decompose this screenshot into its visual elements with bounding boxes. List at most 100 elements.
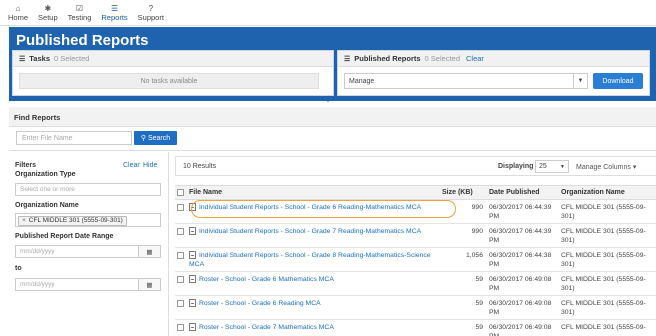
nav-home[interactable]: ⌂ Home xyxy=(8,0,28,26)
row-checkbox[interactable] xyxy=(177,227,184,235)
file-link[interactable]: Individual Student Reports - School - Gr… xyxy=(187,247,440,272)
results-count: 10 Results xyxy=(183,163,217,170)
org-type-label: Organization Type xyxy=(15,171,76,178)
search-button-label: Search xyxy=(147,134,171,142)
panel-pointer xyxy=(322,96,334,102)
table-row: Individual Student Reports - School - Gr… xyxy=(175,199,656,224)
published-title: Published Reports xyxy=(354,54,421,63)
file-size: 1,056 xyxy=(440,247,487,272)
col-date-published[interactable]: Date Published xyxy=(487,185,559,200)
organization-name: CFL MIDDLE 301 (5555-09-301) xyxy=(559,223,656,248)
published-panel: ☰ Published Reports 0 Selected Clear Man… xyxy=(337,50,650,96)
nav-setup-label: Setup xyxy=(38,13,58,22)
date-from-input[interactable]: mm/dd/yyyy ▦ xyxy=(15,245,161,258)
calendar-icon[interactable]: ▦ xyxy=(138,246,160,257)
col-size[interactable]: Size (KB) xyxy=(440,185,487,200)
org-name-chip[interactable]: × CFL MIDDLE 301 (5555-09-301) xyxy=(18,215,127,226)
chevron-down-icon: ▼ xyxy=(560,163,565,170)
reports-icon: ☰ xyxy=(110,4,119,13)
date-range-label: Published Report Date Range xyxy=(15,233,114,240)
tasks-title: Tasks xyxy=(29,54,50,63)
file-name-input[interactable]: Enter File Name xyxy=(16,131,132,145)
filters-title: Filters xyxy=(15,162,37,169)
organization-name: CFL MIDDLE 301 (5555-09-301) xyxy=(559,271,656,296)
file-link[interactable]: Roster - School - Grade 6 Reading MCA xyxy=(187,295,440,320)
date-to-input[interactable]: mm/dd/yyyy ▦ xyxy=(15,278,161,291)
manage-columns-button[interactable]: Manage Columns ▾ xyxy=(576,163,636,171)
file-icon xyxy=(189,299,196,307)
manage-select-value: Manage xyxy=(349,77,375,85)
find-reports-title: Find Reports xyxy=(14,113,61,122)
nav-testing-label: Testing xyxy=(67,13,92,22)
file-link[interactable]: Roster - School - Grade 7 Mathematics MC… xyxy=(187,319,440,336)
file-name[interactable]: Individual Student Reports - School - Gr… xyxy=(189,252,431,268)
list-icon: ☰ xyxy=(344,55,351,63)
file-icon xyxy=(189,251,196,259)
table-row: Individual Student Reports - School - Gr… xyxy=(175,223,656,248)
row-checkbox[interactable] xyxy=(177,275,184,283)
col-file-name[interactable]: File Name xyxy=(187,185,440,200)
org-name-chip-label: CFL MIDDLE 301 (5555-09-301) xyxy=(28,217,123,224)
published-clear-link[interactable]: Clear xyxy=(466,54,484,63)
no-tasks-message: No tasks available xyxy=(19,73,319,89)
table-row: Individual Student Reports - School - Gr… xyxy=(175,247,656,272)
download-button[interactable]: Download xyxy=(593,73,643,89)
col-organization-name[interactable]: Organization Name xyxy=(559,185,656,200)
file-name[interactable]: Individual Student Reports - School - Gr… xyxy=(199,228,421,235)
date-published: 06/30/2017 06:49:08 PM xyxy=(487,319,559,336)
table-row: Roster - School - Grade 7 Mathematics MC… xyxy=(175,319,656,336)
select-all-cell[interactable] xyxy=(175,185,187,200)
date-from-placeholder: mm/dd/yyyy xyxy=(20,248,55,255)
find-reports-header xyxy=(9,107,656,127)
file-link[interactable]: Individual Student Reports - School - Gr… xyxy=(187,223,440,248)
manage-columns-label: Manage Columns xyxy=(576,164,631,171)
page-size-select[interactable]: 25 ▼ xyxy=(535,160,569,173)
displaying-label: Displaying xyxy=(498,163,534,170)
nav-reports[interactable]: ☰ Reports xyxy=(101,0,127,26)
row-checkbox[interactable] xyxy=(177,299,184,307)
organization-name: CFL MIDDLE 301 (5555-09- xyxy=(559,319,656,336)
remove-icon[interactable]: × xyxy=(22,217,26,224)
org-name-label: Organization Name xyxy=(15,202,79,209)
select-all-checkbox[interactable] xyxy=(177,188,184,196)
table-row: Roster - School - Grade 6 Reading MCA 59… xyxy=(175,295,656,320)
file-link[interactable]: Individual Student Reports - School - Gr… xyxy=(187,199,440,224)
table-header-row: File Name Size (KB) Date Published Organ… xyxy=(175,185,656,200)
published-panel-header: ☰ Published Reports 0 Selected Clear xyxy=(338,51,649,67)
file-name[interactable]: Roster - School - Grade 6 Reading MCA xyxy=(199,300,321,307)
filters-clear-link[interactable]: Clear xyxy=(123,162,140,169)
file-size: 59 xyxy=(440,295,487,320)
file-icon xyxy=(189,203,196,211)
checkbox-icon: ☑ xyxy=(75,4,84,13)
nav-testing[interactable]: ☑ Testing xyxy=(68,0,92,26)
file-name[interactable]: Roster - School - Grade 6 Mathematics MC… xyxy=(199,276,334,283)
nav-support-label: Support xyxy=(137,13,164,22)
nav-reports-label: Reports xyxy=(101,13,128,22)
tasks-selected-count: 0 Selected xyxy=(54,54,90,63)
published-selected-count: 0 Selected xyxy=(424,54,460,63)
search-button[interactable]: ⚲ Search xyxy=(134,131,177,145)
to-label: to xyxy=(15,265,22,272)
date-published: 06/30/2017 06:49:08 PM xyxy=(487,271,559,296)
filters-hide-link[interactable]: Hide xyxy=(143,162,157,169)
manage-select[interactable]: Manage ▼ xyxy=(344,73,588,89)
date-published: 06/30/2017 06:44:39 PM xyxy=(487,223,559,248)
nav-setup[interactable]: ✱ Setup xyxy=(38,0,58,26)
nav-support[interactable]: ? Support xyxy=(138,0,164,26)
row-checkbox[interactable] xyxy=(177,251,184,259)
org-type-select[interactable]: Select one or more xyxy=(15,183,161,196)
help-icon: ? xyxy=(148,4,154,13)
file-name[interactable]: Individual Student Reports - School - Gr… xyxy=(199,204,421,211)
table-row: Roster - School - Grade 6 Mathematics MC… xyxy=(175,271,656,296)
filters-panel: Filters Clear Hide Organization Type Sel… xyxy=(9,152,169,336)
file-link[interactable]: Roster - School - Grade 6 Mathematics MC… xyxy=(187,271,440,296)
file-size: 990 xyxy=(440,223,487,248)
row-checkbox[interactable] xyxy=(177,323,184,331)
organization-name: CFL MIDDLE 301 (5555-09-301) xyxy=(559,247,656,272)
top-nav: ⌂ Home ✱ Setup ☑ Testing ☰ Reports ? Sup… xyxy=(0,0,656,26)
row-checkbox[interactable] xyxy=(177,203,184,211)
file-name[interactable]: Roster - School - Grade 7 Mathematics MC… xyxy=(199,324,334,331)
org-name-select[interactable]: × CFL MIDDLE 301 (5555-09-301) xyxy=(15,213,161,227)
date-published: 06/30/2017 06:44:39 PM xyxy=(487,199,559,224)
calendar-icon[interactable]: ▦ xyxy=(138,279,160,290)
